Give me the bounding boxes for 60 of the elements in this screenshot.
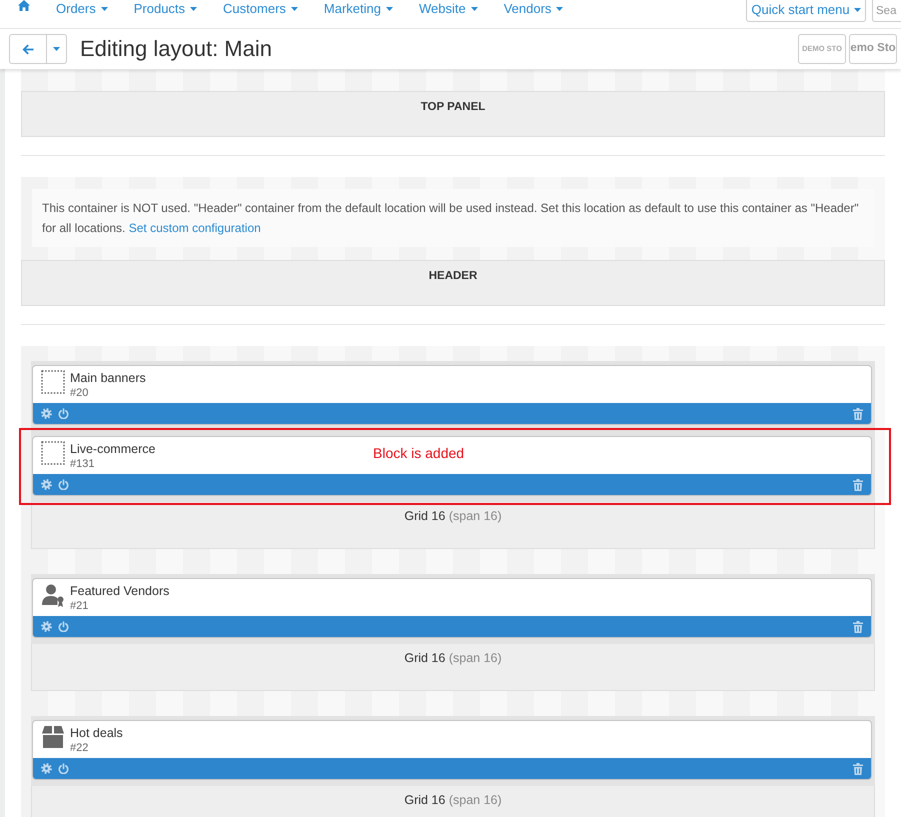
home-icon <box>18 0 30 11</box>
annotation-text: Block is added <box>373 444 464 462</box>
grid-title: Grid 16 <box>404 509 446 523</box>
box-icon <box>41 725 65 749</box>
layout-block[interactable]: Main banners #20 <box>32 365 872 425</box>
container-title: HEADER <box>428 270 478 282</box>
settings-icon[interactable] <box>41 408 52 419</box>
menu-link[interactable]: Products <box>120 0 210 18</box>
grid-span: (span 16) <box>448 793 502 807</box>
menu-link[interactable]: Website <box>406 0 491 18</box>
container-title: TOP PANEL <box>420 101 486 113</box>
page-title: Editing layout: Main <box>80 35 272 63</box>
search-field[interactable]: Sea <box>872 0 901 22</box>
block-number: #21 <box>70 599 90 613</box>
dotted-frame-icon <box>41 441 65 465</box>
power-icon[interactable] <box>58 621 69 632</box>
layout-block[interactable]: Hot deals #22 <box>32 720 872 780</box>
trash-icon[interactable] <box>853 762 863 774</box>
trash-icon[interactable] <box>853 408 863 420</box>
caret-icon <box>386 7 393 11</box>
settings-icon[interactable] <box>41 479 52 490</box>
caret-icon <box>556 7 564 11</box>
back-button[interactable] <box>9 34 47 64</box>
menu-link[interactable]: Vendors <box>490 0 576 18</box>
grid-span: (span 16) <box>448 509 502 523</box>
power-icon[interactable] <box>58 763 69 774</box>
caret-icon <box>100 7 108 11</box>
settings-icon[interactable] <box>41 621 52 632</box>
block-number: #20 <box>70 386 90 400</box>
trash-icon[interactable] <box>853 478 863 490</box>
grid-span: (span 16) <box>448 651 502 665</box>
power-icon[interactable] <box>58 408 69 419</box>
block-number: #22 <box>70 741 90 755</box>
menu-link[interactable]: Customers <box>210 0 311 18</box>
dotted-frame-icon <box>41 370 65 394</box>
caret-icon <box>53 47 60 51</box>
notice-text: This container is NOT used. "Header" container from the default location will be used instead. Set this location as default to use this container as "Header" for all locations. Set custom configuration <box>42 200 860 237</box>
config-link[interactable]: Set custom configuration <box>128 221 261 235</box>
layout-block[interactable]: Featured Vendors #21 <box>32 578 872 638</box>
trash-icon[interactable] <box>853 620 863 632</box>
grid-title: Grid 16 <box>404 651 446 665</box>
caret-icon <box>470 7 478 11</box>
caret-icon <box>290 7 298 11</box>
menu-link[interactable]: Marketing <box>310 0 406 18</box>
block-name: Hot deals <box>70 725 123 741</box>
grid-title: Grid 16 <box>404 793 446 807</box>
caret-icon <box>854 8 861 12</box>
block-name: Live-commerce <box>70 441 156 457</box>
caret-icon <box>190 7 198 11</box>
settings-icon[interactable] <box>41 763 52 774</box>
store-logo[interactable]: emo Sto <box>849 34 897 64</box>
block-number: #131 <box>70 457 96 471</box>
person-badge-icon <box>41 583 65 607</box>
back-arrow-icon <box>22 44 34 54</box>
dropdown-toggle[interactable] <box>47 34 67 64</box>
block-name: Featured Vendors <box>70 583 170 599</box>
menu-link[interactable]: Orders <box>43 0 121 18</box>
block-name: Main banners <box>70 370 146 386</box>
quick-start-button[interactable]: Quick start menu <box>746 0 866 22</box>
power-icon[interactable] <box>58 479 69 490</box>
